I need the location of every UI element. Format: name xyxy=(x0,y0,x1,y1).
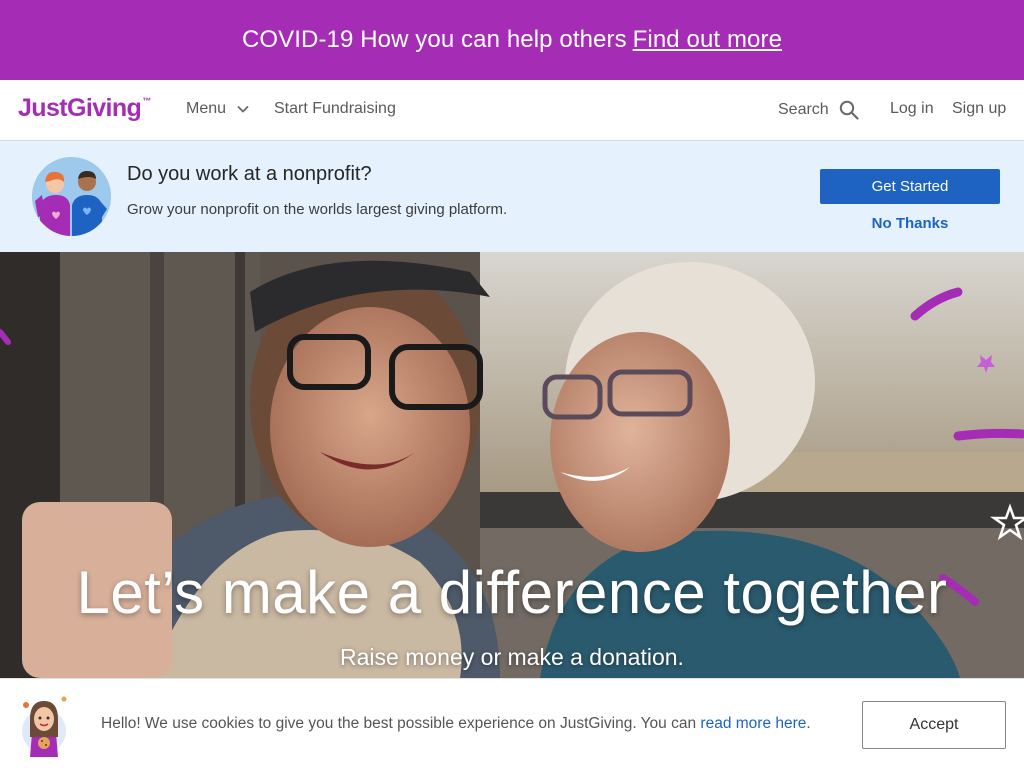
nonprofit-illustration xyxy=(32,157,111,236)
log-in-link[interactable]: Log in xyxy=(890,100,934,118)
cookie-message: Hello! We use cookies to give you the be… xyxy=(101,715,811,733)
cookie-text: Hello! We use cookies to give you the be… xyxy=(101,715,697,732)
search-button[interactable]: Search xyxy=(778,100,859,120)
read-more-link[interactable]: read more here xyxy=(700,715,806,732)
sign-up-link[interactable]: Sign up xyxy=(952,100,1006,118)
covid-banner: COVID-19 How you can help others Find ou… xyxy=(0,0,1024,80)
find-out-more-link[interactable]: Find out more xyxy=(633,26,782,54)
cookie-text-end: . xyxy=(806,715,811,732)
hero-subtitle: Raise money or make a donation. xyxy=(340,644,684,670)
get-started-button[interactable]: Get Started xyxy=(820,169,1000,204)
search-icon xyxy=(839,100,859,120)
search-label: Search xyxy=(778,101,829,118)
cookie-mascot-icon xyxy=(22,696,67,757)
justgiving-logo[interactable]: JustGiving™ xyxy=(18,94,151,123)
promo-subtitle: Grow your nonprofit on the worlds larges… xyxy=(127,201,508,218)
cookie-banner: Hello! We use cookies to give you the be… xyxy=(0,678,1024,768)
covid-banner-text: COVID-19 How you can help others xyxy=(241,26,627,53)
logo-trademark: ™ xyxy=(142,96,152,106)
hero-section: Let’s make a difference together Raise m… xyxy=(0,252,1024,678)
no-thanks-button[interactable]: No Thanks xyxy=(820,215,1000,232)
menu-dropdown[interactable]: Menu xyxy=(186,100,250,118)
chevron-down-icon xyxy=(237,105,249,113)
accept-cookies-button[interactable]: Accept xyxy=(862,701,1006,749)
menu-label: Menu xyxy=(186,100,227,117)
main-nav: JustGiving™ Menu Start Fundraising Searc… xyxy=(0,80,1024,141)
promo-title: Do you work at a nonprofit? xyxy=(127,163,372,185)
hero-title: Let’s make a difference together xyxy=(76,559,948,626)
start-fundraising-link[interactable]: Start Fundraising xyxy=(274,100,396,118)
nonprofit-promo: Do you work at a nonprofit? Grow your no… xyxy=(0,141,1024,252)
logo-text: JustGiving xyxy=(18,94,142,122)
